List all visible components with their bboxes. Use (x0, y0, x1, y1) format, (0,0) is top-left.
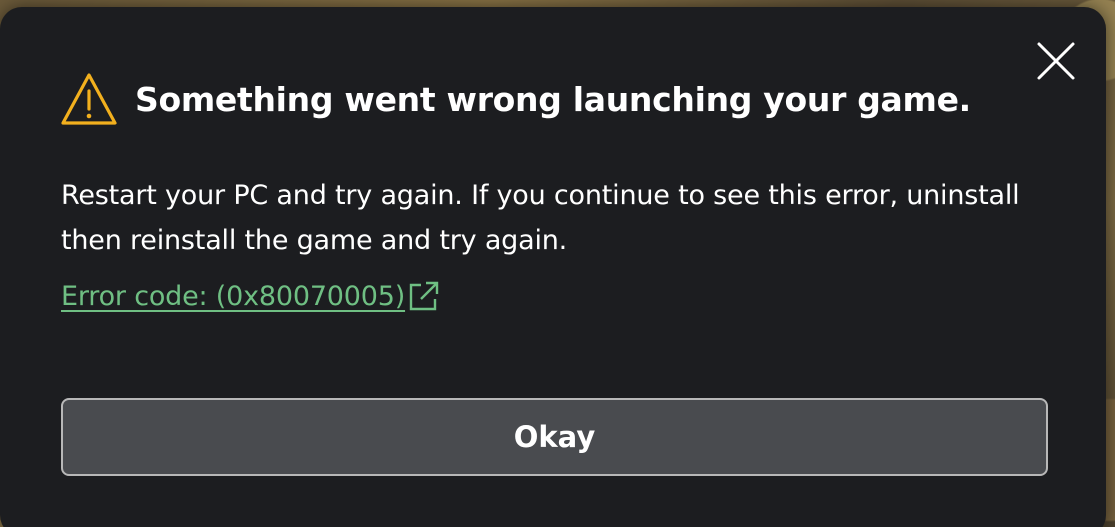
external-link-icon (407, 279, 441, 313)
error-dialog: Something went wrong launching your game… (0, 7, 1106, 527)
close-icon (1037, 42, 1075, 80)
close-button[interactable] (1033, 38, 1079, 84)
okay-button-label: Okay (513, 420, 596, 454)
dialog-message: Restart your PC and try again. If you co… (61, 180, 1020, 256)
error-code-text: Error code: (0x80070005) (61, 280, 406, 312)
error-code-link[interactable]: Error code: (0x80070005) (61, 279, 441, 313)
dialog-title: Something went wrong launching your game… (135, 79, 971, 119)
warning-triangle-icon (60, 71, 118, 127)
title-row: Something went wrong launching your game… (60, 69, 971, 129)
okay-button[interactable]: Okay (61, 398, 1048, 476)
